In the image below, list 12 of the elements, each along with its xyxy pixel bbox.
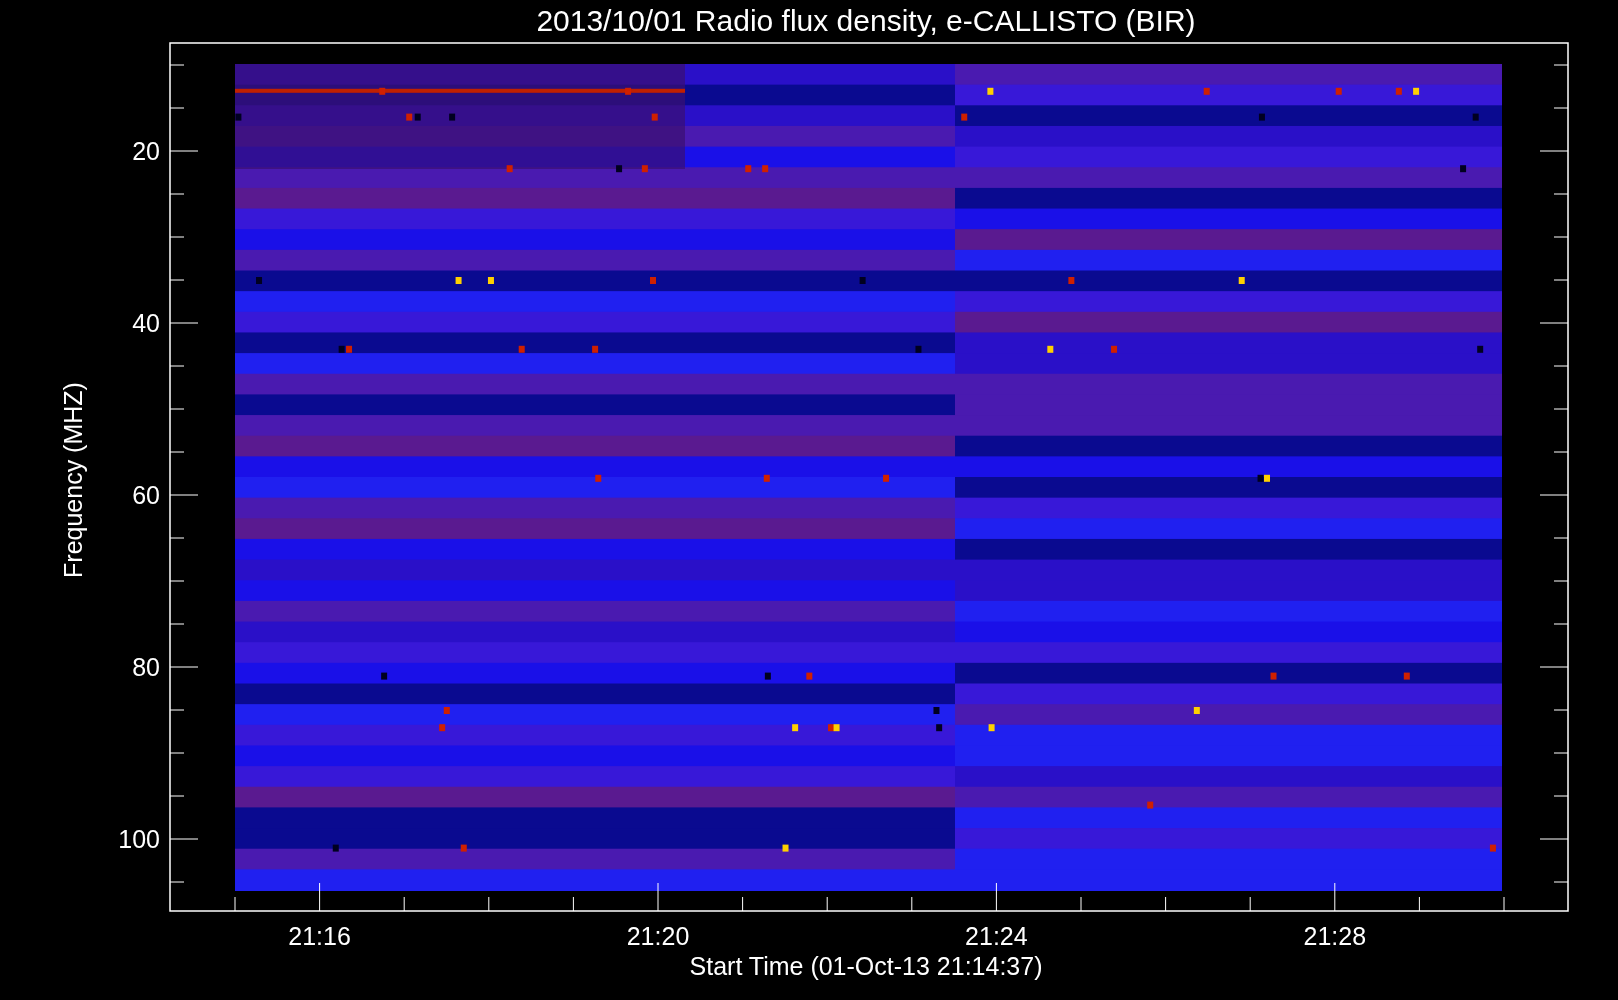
y-tick-label: 40 xyxy=(132,309,160,337)
y-tick-label: 60 xyxy=(132,481,160,509)
y-tick-label: 20 xyxy=(132,137,160,165)
x-tick-label: 21:20 xyxy=(626,922,690,950)
y-tick-label: 80 xyxy=(132,653,160,681)
y-tick-label: 100 xyxy=(118,825,160,853)
x-tick-label: 21:16 xyxy=(288,922,351,950)
y-axis-label: Frequency (MHZ) xyxy=(59,382,87,578)
x-tick-label: 21:24 xyxy=(965,922,1028,950)
x-axis-label: Start Time (01-Oct-13 21:14:37) xyxy=(689,952,1043,980)
x-tick-label: 21:28 xyxy=(1303,922,1367,950)
chart-title: 2013/10/01 Radio flux density, e-CALLISTO (BIR) xyxy=(536,4,1196,37)
